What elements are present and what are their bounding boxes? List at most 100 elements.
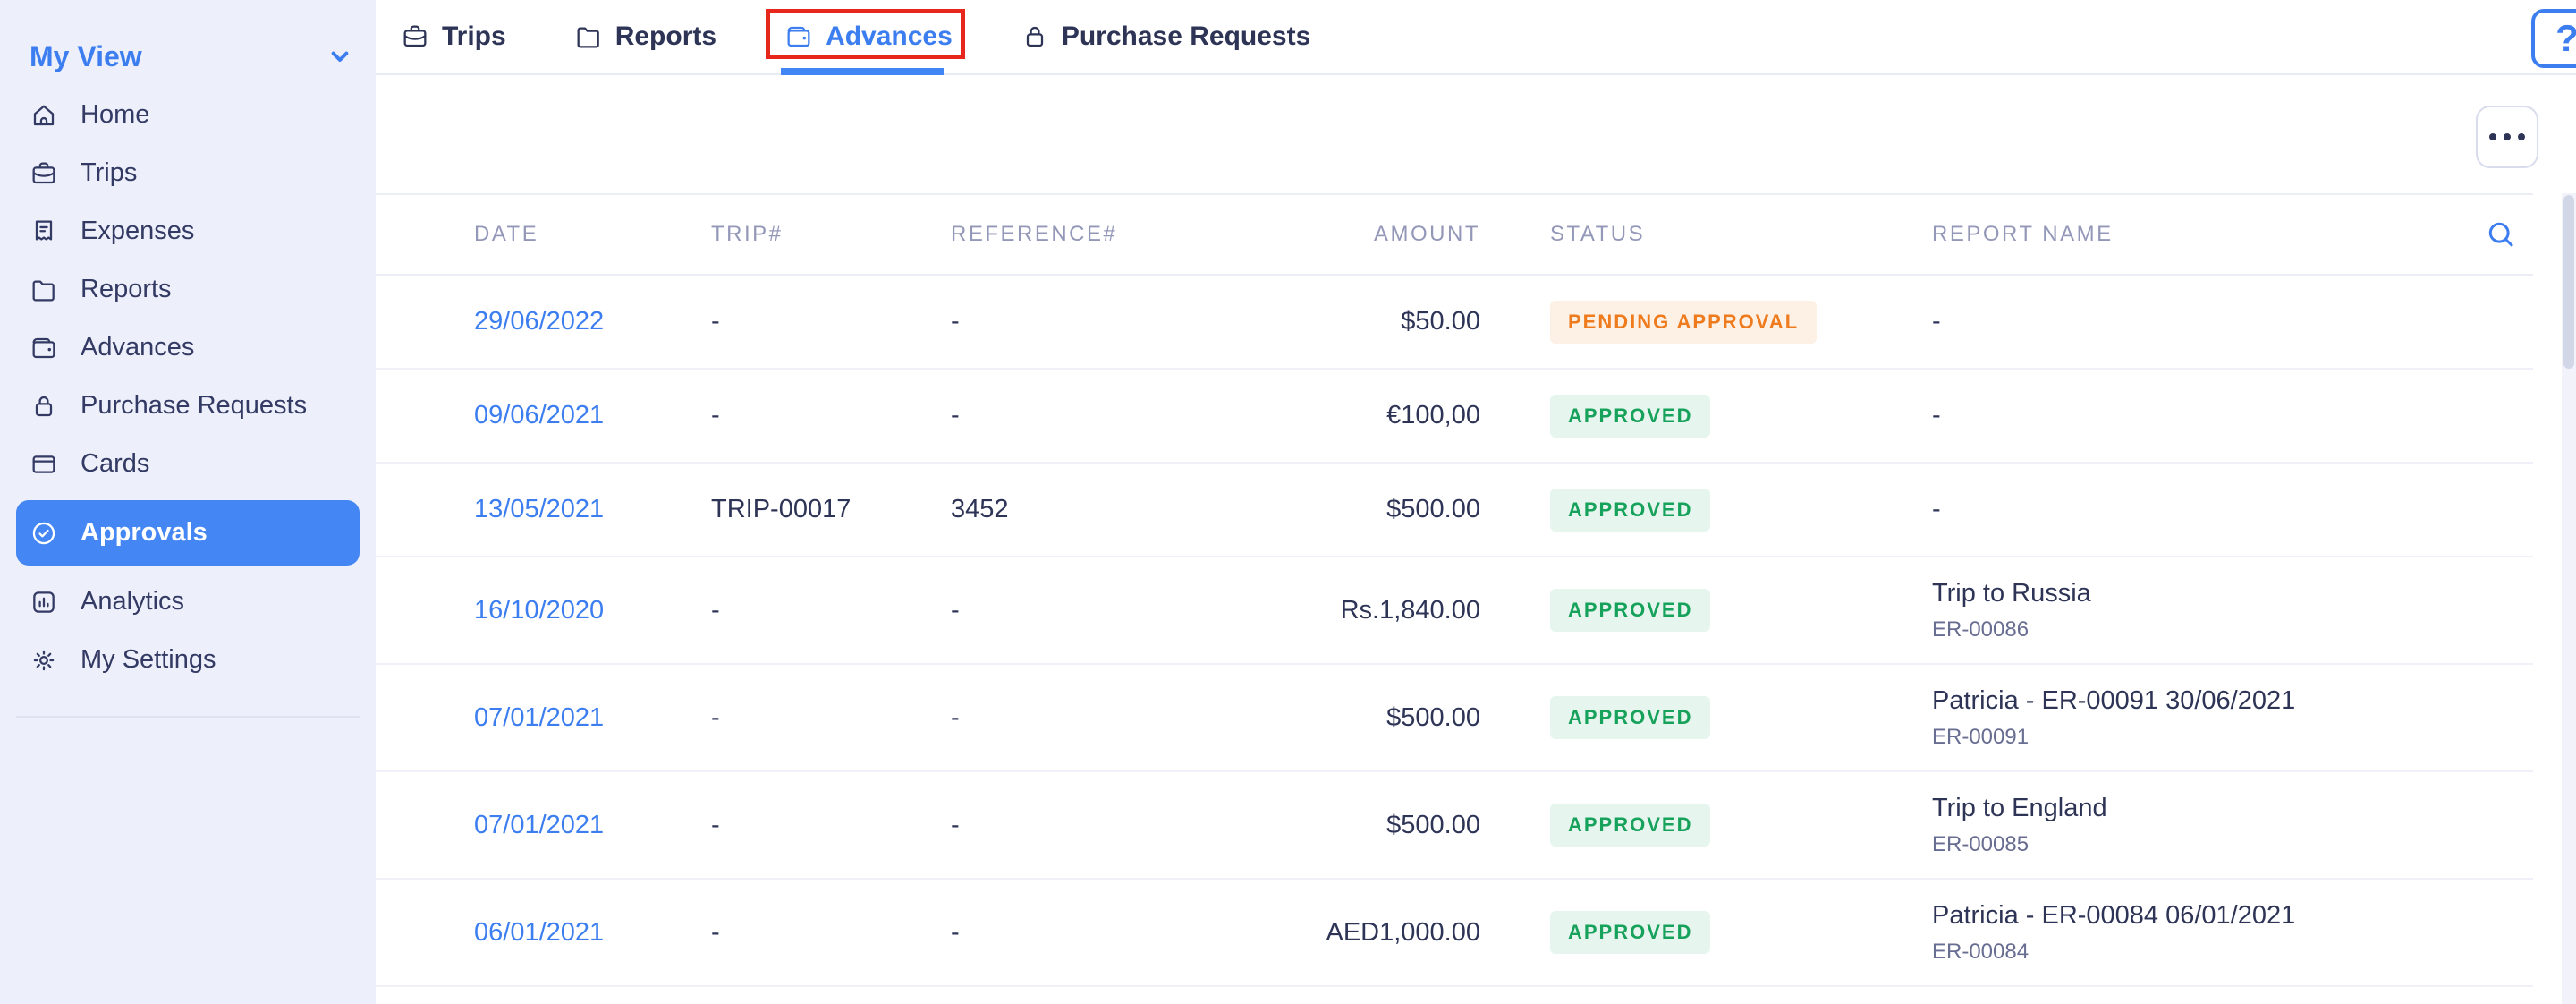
column-header-status[interactable]: STATUS: [1480, 222, 1932, 247]
tab-label: Reports: [615, 21, 716, 52]
tab-purchase-requests[interactable]: Purchase Requests: [1021, 0, 1310, 73]
report-number: ER-00084: [1932, 940, 2515, 965]
status-badge: APPROVED: [1550, 589, 1710, 632]
tab-label: Advances: [826, 21, 953, 52]
sidebar-item-trips[interactable]: Trips: [0, 144, 376, 202]
gear-icon: [30, 646, 58, 675]
folder-icon: [30, 276, 58, 304]
table-row[interactable]: 07/01/2021--$500.00APPROVEDPatricia - ER…: [376, 665, 2533, 772]
report-cell: Patricia - ER-00091 30/06/2021ER-00091: [1932, 686, 2533, 750]
sidebar-item-advances[interactable]: Advances: [0, 319, 376, 377]
briefcase-icon: [401, 22, 429, 51]
date-link[interactable]: 16/10/2020: [474, 596, 604, 625]
trip-cell: -: [711, 401, 951, 430]
amount-cell: $50.00: [1246, 307, 1480, 336]
date-link[interactable]: 06/01/2021: [474, 918, 604, 947]
folder-icon: [574, 22, 603, 51]
table-row[interactable]: 09/06/2021--€100,00APPROVED-: [376, 370, 2533, 464]
analytics-icon: [30, 588, 58, 617]
sidebar-item-home[interactable]: Home: [0, 86, 376, 144]
sidebar-item-analytics[interactable]: Analytics: [0, 573, 376, 631]
tab-trips[interactable]: Trips: [401, 0, 506, 73]
sidebar-item-approvals[interactable]: Approvals: [16, 500, 360, 566]
wallet-icon: [784, 22, 813, 51]
sidebar-view-switcher[interactable]: My View: [0, 0, 376, 86]
main-panel: TripsReportsAdvancesPurchase Requests ? …: [376, 0, 2576, 1004]
tab-advances[interactable]: Advances: [784, 0, 953, 73]
report-cell: -: [1932, 401, 2533, 430]
sidebar: My View HomeTrips Expenses Reports Advances…: [0, 0, 376, 1004]
date-link[interactable]: 09/06/2021: [474, 401, 604, 430]
card-icon: [30, 450, 58, 479]
wallet-icon: [30, 334, 58, 362]
trip-cell: -: [711, 596, 951, 625]
report-cell: Patricia - ER-00084 06/01/2021ER-00084: [1932, 901, 2533, 965]
column-header-report-name[interactable]: REPORT NAME: [1932, 222, 2533, 247]
table-row[interactable]: 13/05/2021TRIP-000173452$500.00APPROVED-: [376, 464, 2533, 557]
tab-reports[interactable]: Reports: [574, 0, 716, 73]
amount-cell: $500.00: [1246, 811, 1480, 840]
table-row[interactable]: 29/06/2022--$50.00PENDING APPROVAL-: [376, 276, 2533, 370]
advances-table: DATE TRIP# REFERENCE# AMOUNT STATUS REPO…: [376, 193, 2533, 1004]
search-button[interactable]: [2483, 217, 2519, 252]
table-row[interactable]: 16/10/2020--Rs.1,840.00APPROVEDTrip to R…: [376, 557, 2533, 665]
report-cell: -: [1932, 307, 2533, 336]
sidebar-item-label: Purchase Requests: [80, 391, 307, 421]
status-badge: APPROVED: [1550, 489, 1710, 532]
receipt-icon: [30, 217, 58, 246]
sidebar-divider: [16, 716, 360, 718]
home-icon: [30, 101, 58, 130]
table-row[interactable]: 07/01/2021--$500.00APPROVEDTrip to Engla…: [376, 772, 2533, 880]
table-row[interactable]: 06/01/2021--AED1,000.00APPROVEDPatricia …: [376, 880, 2533, 987]
status-badge: PENDING APPROVAL: [1550, 301, 1817, 344]
report-number: ER-00085: [1932, 832, 2515, 857]
date-link[interactable]: 07/01/2021: [474, 811, 604, 839]
report-number: ER-00086: [1932, 617, 2515, 642]
scrollbar-track[interactable]: [2562, 193, 2576, 1004]
date-link[interactable]: 29/06/2022: [474, 307, 604, 336]
sidebar-item-cards[interactable]: Cards: [0, 435, 376, 493]
help-button[interactable]: ?: [2531, 9, 2576, 68]
scrollbar-thumb[interactable]: [2563, 195, 2574, 369]
sidebar-item-label: Expenses: [80, 217, 194, 246]
report-name: -: [1932, 495, 2515, 524]
more-actions-button[interactable]: [2476, 106, 2538, 168]
reference-cell: -: [951, 811, 1246, 840]
amount-cell: Rs.1,840.00: [1246, 596, 1480, 625]
sidebar-item-label: My Settings: [80, 645, 216, 675]
sidebar-item-reports[interactable]: Reports: [0, 260, 376, 319]
chevron-down-icon[interactable]: [326, 42, 354, 71]
report-name: Trip to Russia: [1932, 579, 2515, 608]
column-header-trip[interactable]: TRIP#: [711, 222, 951, 247]
column-header-date[interactable]: DATE: [474, 222, 711, 247]
column-header-amount[interactable]: AMOUNT: [1246, 222, 1480, 247]
amount-cell: AED1,000.00: [1246, 918, 1480, 948]
trip-cell: TRIP-00017: [711, 495, 951, 524]
date-link[interactable]: 07/01/2021: [474, 703, 604, 732]
table-body: 29/06/2022--$50.00PENDING APPROVAL-09/06…: [376, 276, 2533, 987]
search-icon: [2485, 218, 2517, 251]
sidebar-item-label: Analytics: [80, 587, 184, 617]
reference-cell: -: [951, 596, 1246, 625]
report-number: ER-00091: [1932, 725, 2515, 750]
sidebar-item-purchase-requests[interactable]: Purchase Requests: [0, 377, 376, 435]
report-cell: Trip to England ER-00085: [1932, 794, 2533, 857]
trip-cell: -: [711, 307, 951, 336]
column-header-reference[interactable]: REFERENCE#: [951, 222, 1246, 247]
help-label: ?: [2555, 17, 2576, 60]
status-badge: APPROVED: [1550, 395, 1710, 438]
ellipsis-icon: [2489, 133, 2496, 140]
sidebar-item-expenses[interactable]: Expenses: [0, 202, 376, 260]
tab-bar: Trips Reports Advances Purchase Requests: [376, 0, 2576, 75]
status-badge: APPROVED: [1550, 804, 1710, 847]
check-circle-icon: [30, 519, 58, 548]
date-link[interactable]: 13/05/2021: [474, 495, 604, 523]
status-badge: APPROVED: [1550, 696, 1710, 739]
amount-cell: $500.00: [1246, 703, 1480, 733]
table-header: DATE TRIP# REFERENCE# AMOUNT STATUS REPO…: [376, 195, 2533, 276]
report-name: Trip to England: [1932, 794, 2515, 823]
sidebar-item-my-settings[interactable]: My Settings: [0, 631, 376, 689]
lock-icon: [1021, 22, 1049, 51]
tab-label: Purchase Requests: [1062, 21, 1310, 52]
sidebar-item-label: Reports: [80, 275, 172, 304]
